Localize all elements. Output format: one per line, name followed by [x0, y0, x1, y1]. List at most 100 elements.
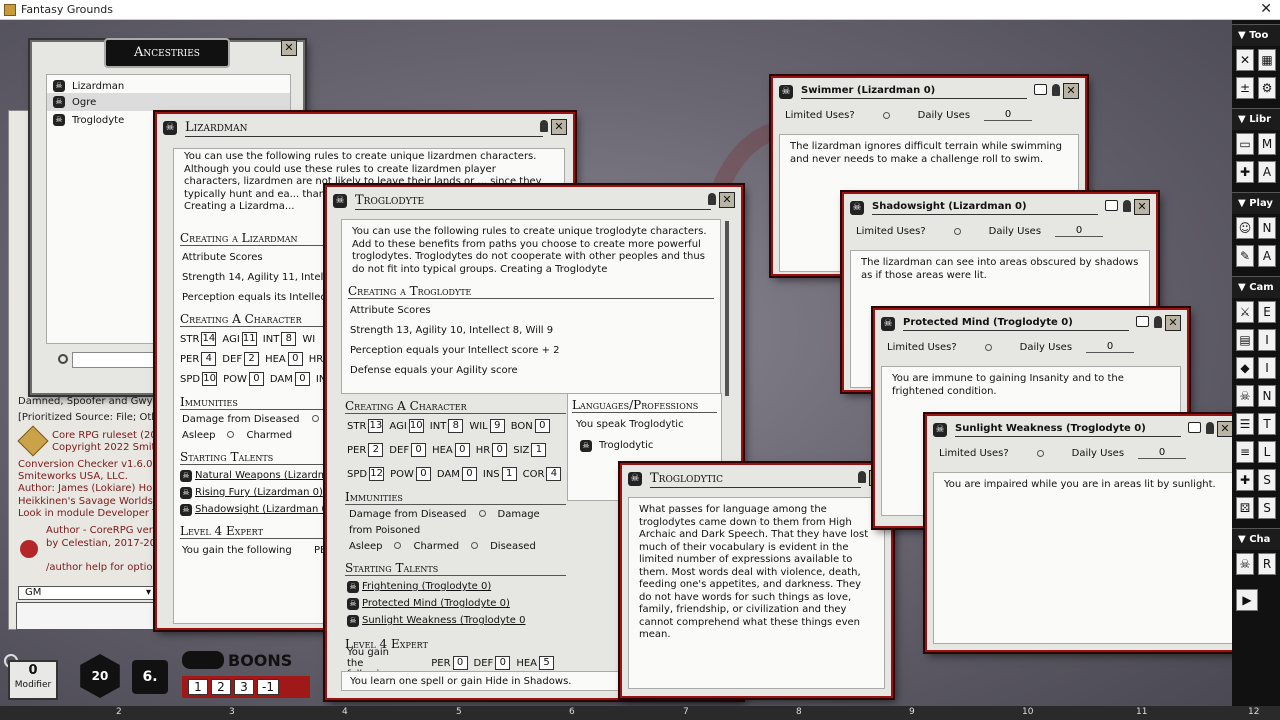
lock-icon[interactable] — [1052, 84, 1060, 96]
lock-icon[interactable] — [540, 120, 548, 132]
close-button[interactable]: ✕ — [1134, 199, 1150, 215]
window-close-icon[interactable]: ✕ — [1260, 1, 1272, 17]
radio-dot[interactable] — [227, 431, 235, 438]
tools-icon[interactable]: ✕ — [1236, 49, 1254, 71]
stat-value[interactable]: 0 — [492, 443, 508, 457]
hotkey-number[interactable]: 10 — [1022, 707, 1033, 717]
lock-icon[interactable] — [1154, 316, 1162, 328]
chat-input[interactable] — [16, 602, 158, 630]
sidebar-section-character[interactable]: ▼ Cha — [1232, 528, 1280, 550]
treasure-icon[interactable]: ◆ — [1236, 357, 1254, 379]
lock-icon[interactable] — [1123, 200, 1131, 212]
stat-value[interactable]: 2 — [368, 443, 384, 457]
modifier-icon[interactable]: ± — [1236, 77, 1254, 99]
sidebar-section-tools[interactable]: ▼ Too — [1232, 24, 1280, 46]
boon-button[interactable]: 3 — [234, 679, 254, 695]
hotkey-number[interactable]: 9 — [909, 707, 915, 717]
search-icon[interactable] — [58, 354, 68, 364]
stat-value[interactable]: 2 — [244, 352, 260, 366]
sidebar-section-player[interactable]: ▼ Play — [1232, 192, 1280, 214]
talent-link[interactable]: ☠ Sunlight Weakness (Troglodyte 0 — [341, 612, 566, 629]
hotkey-number[interactable]: 12 — [1248, 707, 1259, 717]
chat-icon[interactable] — [1136, 316, 1149, 327]
notes-icon[interactable]: ✎ — [1236, 245, 1254, 267]
stat-value[interactable]: 0 — [411, 443, 427, 457]
radio-dot[interactable] — [478, 510, 486, 517]
library-item-icon[interactable]: A — [1258, 161, 1276, 183]
character-item-icon[interactable]: R — [1258, 553, 1276, 575]
stat-value[interactable]: 10 — [408, 419, 424, 433]
boon-button[interactable]: -1 — [257, 679, 279, 695]
radio-dot[interactable] — [1036, 449, 1044, 457]
hotkey-number[interactable]: 2 — [116, 707, 122, 717]
lock-icon[interactable] — [1206, 422, 1214, 434]
database-icon[interactable]: ≡ — [1236, 441, 1254, 463]
library-item-icon[interactable]: M — [1258, 133, 1276, 155]
daily-uses-field[interactable]: 0 — [1086, 341, 1135, 353]
combat-icon[interactable]: ⚔ — [1236, 301, 1254, 323]
daily-uses-field[interactable]: 0 — [1138, 447, 1187, 459]
campaign-item-icon[interactable]: N — [1258, 385, 1276, 407]
hotkey-number[interactable]: 8 — [796, 707, 802, 717]
chat-icon[interactable] — [1188, 422, 1201, 433]
campaign-item-icon[interactable]: S — [1258, 469, 1276, 491]
stat-value[interactable]: 4 — [546, 467, 562, 481]
stat-value[interactable]: 4 — [201, 352, 217, 366]
stat-value[interactable]: 0 — [534, 419, 550, 433]
puzzle-icon[interactable]: ✚ — [1236, 161, 1254, 183]
campaign-item-icon[interactable]: T — [1258, 413, 1276, 435]
stat-value[interactable]: 9 — [489, 419, 505, 433]
stat-value[interactable]: 5 — [539, 656, 554, 670]
hotkey-number[interactable]: 6 — [569, 707, 575, 717]
tables-icon[interactable]: ☰ — [1236, 413, 1254, 435]
player-item-icon[interactable]: A — [1258, 245, 1276, 267]
stat-value[interactable]: 0 — [294, 372, 310, 386]
scrollbar[interactable] — [725, 221, 729, 396]
stat-value[interactable]: 11 — [241, 332, 257, 346]
campaign-item-icon[interactable]: I — [1258, 357, 1276, 379]
campaign-item-icon[interactable]: I — [1258, 329, 1276, 351]
folder-icon[interactable]: ▭ — [1236, 133, 1254, 155]
boon-button[interactable]: 2 — [211, 679, 231, 695]
lock-icon[interactable] — [858, 471, 866, 483]
play-icon[interactable]: ▶ — [1236, 589, 1258, 611]
campaign-item-icon[interactable]: S — [1258, 497, 1276, 519]
daily-uses-field[interactable]: 0 — [984, 109, 1033, 121]
radio-dot[interactable] — [953, 227, 961, 235]
radio-dot[interactable] — [471, 542, 479, 549]
hotkey-number[interactable]: 7 — [683, 707, 689, 717]
hotkey-number[interactable]: 3 — [229, 707, 235, 717]
list-item[interactable]: ☠ Ogre — [47, 93, 290, 111]
player-item-icon[interactable]: N — [1258, 217, 1276, 239]
identity-select[interactable]: GM ▾ — [18, 586, 156, 600]
stat-value[interactable]: 0 — [454, 443, 470, 457]
stat-value[interactable]: 10 — [202, 372, 218, 386]
stat-value[interactable]: 13 — [368, 419, 384, 433]
chat-icon[interactable] — [1034, 84, 1047, 95]
gear-icon[interactable]: ⚙ — [1258, 77, 1276, 99]
stat-value[interactable]: 8 — [448, 419, 464, 433]
stat-value[interactable]: 12 — [369, 467, 385, 481]
radio-dot[interactable] — [882, 111, 890, 119]
radio-dot[interactable] — [394, 542, 402, 549]
campaign-item-icon[interactable]: E — [1258, 301, 1276, 323]
skull-icon[interactable]: ☠ — [1236, 385, 1254, 407]
modifier-box[interactable]: 0 Modifier — [8, 660, 58, 700]
close-button[interactable]: ✕ — [551, 119, 567, 135]
grid-icon[interactable]: ▦ — [1258, 49, 1276, 71]
daily-uses-field[interactable]: 0 — [1055, 225, 1104, 237]
hotkey-number[interactable]: 11 — [1136, 707, 1147, 717]
stat-value[interactable]: 0 — [287, 352, 303, 366]
lock-icon[interactable] — [708, 193, 716, 205]
radio-dot[interactable] — [984, 343, 992, 351]
stat-value[interactable]: 14 — [201, 332, 217, 346]
map-icon[interactable]: ▤ — [1236, 329, 1254, 351]
stat-value[interactable]: 0 — [461, 467, 477, 481]
close-button[interactable]: ✕ — [1217, 421, 1233, 437]
stat-value[interactable]: 1 — [531, 443, 547, 457]
talent-link[interactable]: ☠ Protected Mind (Troglodyte 0) — [341, 595, 566, 612]
boon-button[interactable]: 1 — [188, 679, 208, 695]
puzzle-icon[interactable]: ✚ — [1236, 469, 1254, 491]
radio-dot[interactable] — [311, 415, 319, 422]
stat-value[interactable]: 1 — [501, 467, 517, 481]
